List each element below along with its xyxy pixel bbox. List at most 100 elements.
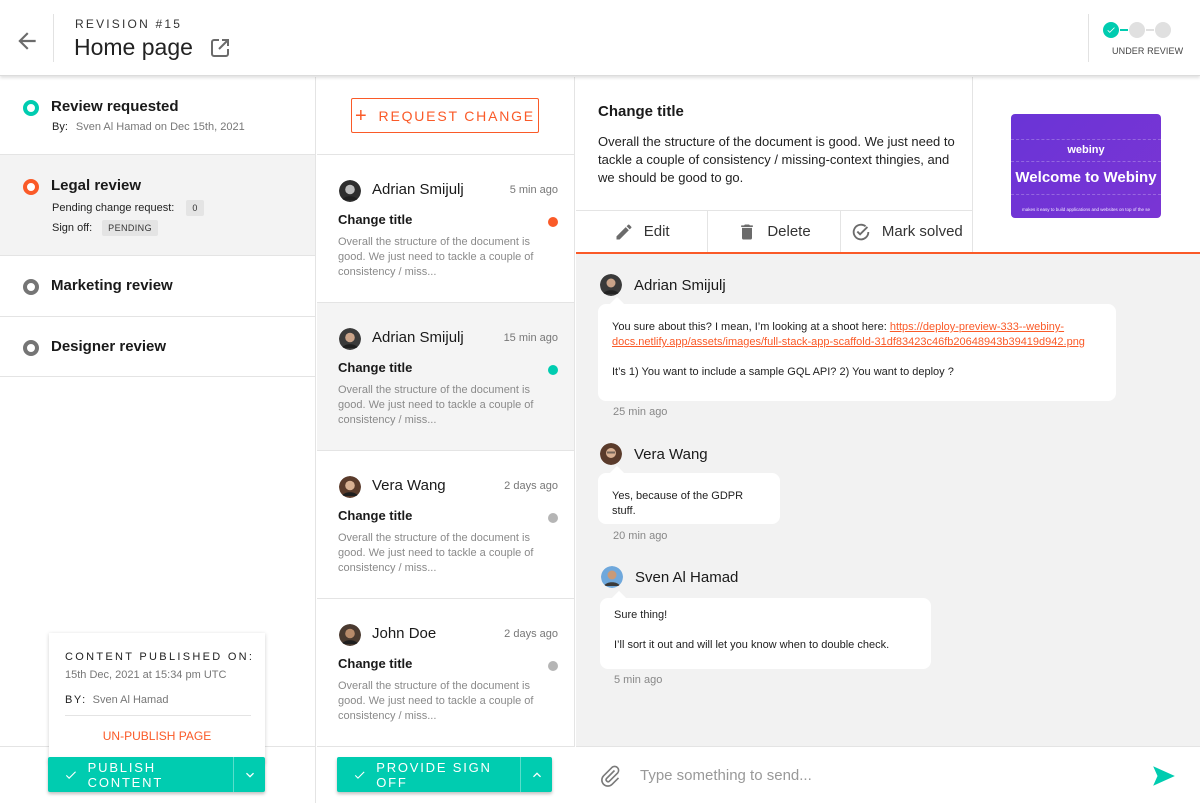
by-label: BY: xyxy=(65,694,87,706)
step-legal-review[interactable]: Legal review Pending change request: 0 Si… xyxy=(0,155,315,256)
open-in-new-icon xyxy=(211,39,229,57)
change-request-author: Vera Wang xyxy=(372,477,446,494)
arrow-left-icon xyxy=(18,32,36,50)
published-date: 15th Dec, 2021 at 15:34 pm UTC xyxy=(65,669,227,681)
avatar xyxy=(601,566,623,588)
pencil-icon xyxy=(616,223,632,239)
detail-body: Overall the structure of the document is… xyxy=(598,134,955,185)
status-dot-icon xyxy=(548,217,558,227)
detail-content: Change title Overall the structure of th… xyxy=(576,77,973,210)
comment-author: Vera Wang xyxy=(634,445,708,463)
comment-time: 5 min ago xyxy=(614,674,663,686)
change-requests-panel: + REQUEST CHANGE Adrian Smijulj 5 min ago… xyxy=(317,77,575,803)
step-dot-pending xyxy=(1129,22,1145,38)
page-preview-thumbnail[interactable]: webiny Welcome to Webiny makes it easy t… xyxy=(1011,114,1161,218)
step-meta: By: Sven Al Hamad on Dec 15th, 2021 xyxy=(52,121,245,133)
step-name: Legal review xyxy=(51,177,142,194)
back-button[interactable] xyxy=(14,28,40,54)
status-bullet-icon xyxy=(23,340,39,356)
change-request-time: 2 days ago xyxy=(504,480,558,492)
publish-content-label: PUBLISH CONTENT xyxy=(87,759,164,790)
sign-off-options-toggle[interactable] xyxy=(521,757,552,792)
step-name: Review requested xyxy=(51,98,179,115)
step-dot-done xyxy=(1103,22,1119,38)
change-request-title: Change title xyxy=(338,508,413,523)
avatar xyxy=(339,180,361,202)
comment-text: Sure thing! xyxy=(614,609,668,621)
by-value: Sven Al Hamad xyxy=(92,694,169,706)
status-label: UNDER REVIEW xyxy=(1112,46,1184,56)
check-icon xyxy=(65,770,76,779)
comment-text: You sure about this? I mean, I’m looking… xyxy=(612,320,1102,350)
status-bullet-icon xyxy=(23,100,39,116)
by-label: By: xyxy=(52,121,68,133)
change-request-list: Adrian Smijulj 5 min ago Change title Overa… xyxy=(317,155,574,747)
change-request-excerpt: Overall the structure of the document is… xyxy=(338,384,534,426)
comment-text-part: You sure about this? I mean, I’m looking… xyxy=(612,321,890,333)
check-icon xyxy=(354,770,365,779)
mark-solved-label: Mark solved xyxy=(881,223,963,240)
step-name: Marketing review xyxy=(51,277,173,294)
comment-author: Sven Al Hamad xyxy=(635,568,739,586)
step-connector xyxy=(1146,29,1154,31)
open-page-button[interactable] xyxy=(208,36,232,60)
change-request-title: Change title xyxy=(338,360,413,375)
publish-content-split-button: PUBLISH CONTENT xyxy=(48,757,265,792)
request-change-button[interactable]: + REQUEST CHANGE xyxy=(351,98,539,133)
decorative-line xyxy=(1011,161,1161,162)
page-title: Home page xyxy=(74,34,193,60)
provide-sign-off-button[interactable]: PROVIDE SIGN OFF xyxy=(337,757,520,792)
delete-label: Delete xyxy=(767,223,811,240)
status-dot-icon xyxy=(548,661,558,671)
comment-bubble: You sure about this? I mean, I’m looking… xyxy=(598,304,1116,401)
publish-content-button[interactable]: PUBLISH CONTENT xyxy=(48,757,233,792)
change-requests-header: + REQUEST CHANGE xyxy=(317,77,574,155)
send-button[interactable] xyxy=(1151,763,1177,789)
avatar xyxy=(600,274,622,296)
unpublish-page-button[interactable]: UN-PUBLISH PAGE xyxy=(49,729,265,743)
comment-text: I’ll sort it out and will let you know w… xyxy=(614,639,890,651)
publish-options-toggle[interactable] xyxy=(234,757,265,792)
change-request-item[interactable]: Adrian Smijulj 15 min ago Change title Over… xyxy=(317,303,574,451)
avatar xyxy=(339,476,361,498)
comment-text: It’s 1) You want to include a sample GQL… xyxy=(612,366,954,378)
status-dot-icon xyxy=(548,365,558,375)
signoff-status-badge: PENDING xyxy=(102,220,158,236)
request-change-label: REQUEST CHANGE xyxy=(378,107,535,124)
change-request-item[interactable]: John Doe 2 days ago Change title Overall th… xyxy=(317,599,574,747)
status-bullet-icon xyxy=(23,279,39,295)
status-bullet-icon xyxy=(23,179,39,195)
avatar xyxy=(600,443,622,465)
mark-solved-button[interactable]: Mark solved xyxy=(841,211,972,252)
paperclip-icon xyxy=(601,765,620,787)
change-request-detail-panel: Change title Overall the structure of th… xyxy=(576,77,1200,803)
step-connector xyxy=(1120,29,1128,31)
edit-label: Edit xyxy=(643,223,670,240)
step-designer-review[interactable]: Designer review xyxy=(0,317,315,377)
pending-count-badge: 0 xyxy=(186,200,204,216)
step-review-requested[interactable]: Review requested By: Sven Al Hamad on Dec… xyxy=(0,77,315,155)
plus-icon: + xyxy=(355,104,369,127)
change-request-title: Change title xyxy=(338,656,413,671)
delete-button[interactable]: Delete xyxy=(708,211,841,252)
pending-label: Pending change request: xyxy=(52,201,175,214)
signoff-row: Sign off: PENDING xyxy=(52,220,158,236)
edit-button[interactable]: Edit xyxy=(576,211,709,252)
header-divider xyxy=(53,14,54,62)
by-value: Sven Al Hamad on Dec 15th, 2021 xyxy=(75,121,245,133)
change-request-item[interactable]: Vera Wang 2 days ago Change title Overall t… xyxy=(317,451,574,599)
message-input[interactable] xyxy=(640,761,1120,789)
change-request-item[interactable]: Adrian Smijulj 5 min ago Change title Overa… xyxy=(317,155,574,303)
preview-title: Welcome to Webiny xyxy=(1015,169,1157,186)
detail-title: Change title xyxy=(598,103,684,120)
attach-file-button[interactable] xyxy=(598,764,622,788)
header-divider xyxy=(1088,14,1089,62)
comment-bubble: Sure thing! I’ll sort it out and will le… xyxy=(600,598,931,669)
comment-time: 25 min ago xyxy=(613,406,668,418)
step-marketing-review[interactable]: Marketing review xyxy=(0,256,315,317)
comment-header: Adrian Smijulj xyxy=(600,274,726,296)
change-request-time: 5 min ago xyxy=(509,184,558,196)
published-by: BY: Sven Al Hamad xyxy=(65,694,168,706)
change-request-detail: Change title Overall the structure of th… xyxy=(576,77,1200,254)
comment-text: Yes, because of the GDPR stuff. xyxy=(612,490,744,517)
